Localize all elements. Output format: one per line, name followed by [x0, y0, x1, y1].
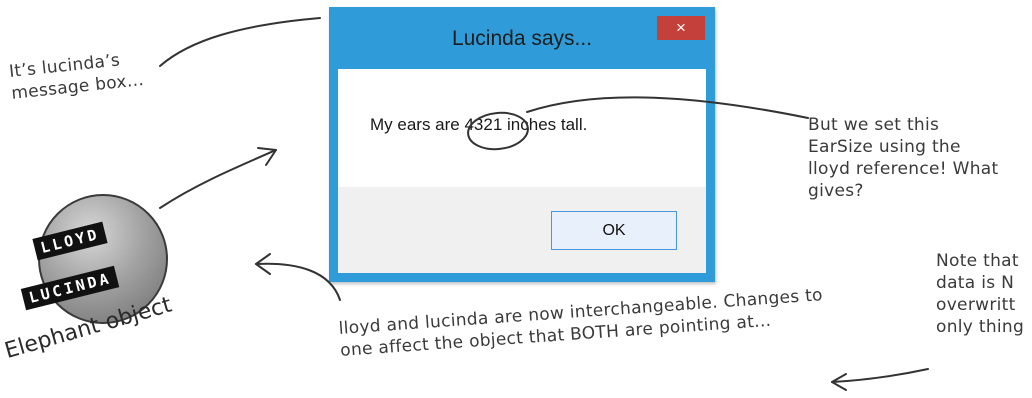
- arrow-badge-to-window: [159, 149, 277, 209]
- arrow-interchangeable-to-badge: [255, 262, 341, 301]
- annotation-arrows: [159, 17, 929, 391]
- arrow-to-window: [159, 17, 321, 67]
- arrow-note-to-text: [831, 368, 929, 383]
- value-highlight-circle: [467, 111, 529, 151]
- arrow-from-earsize-note: [526, 96, 809, 119]
